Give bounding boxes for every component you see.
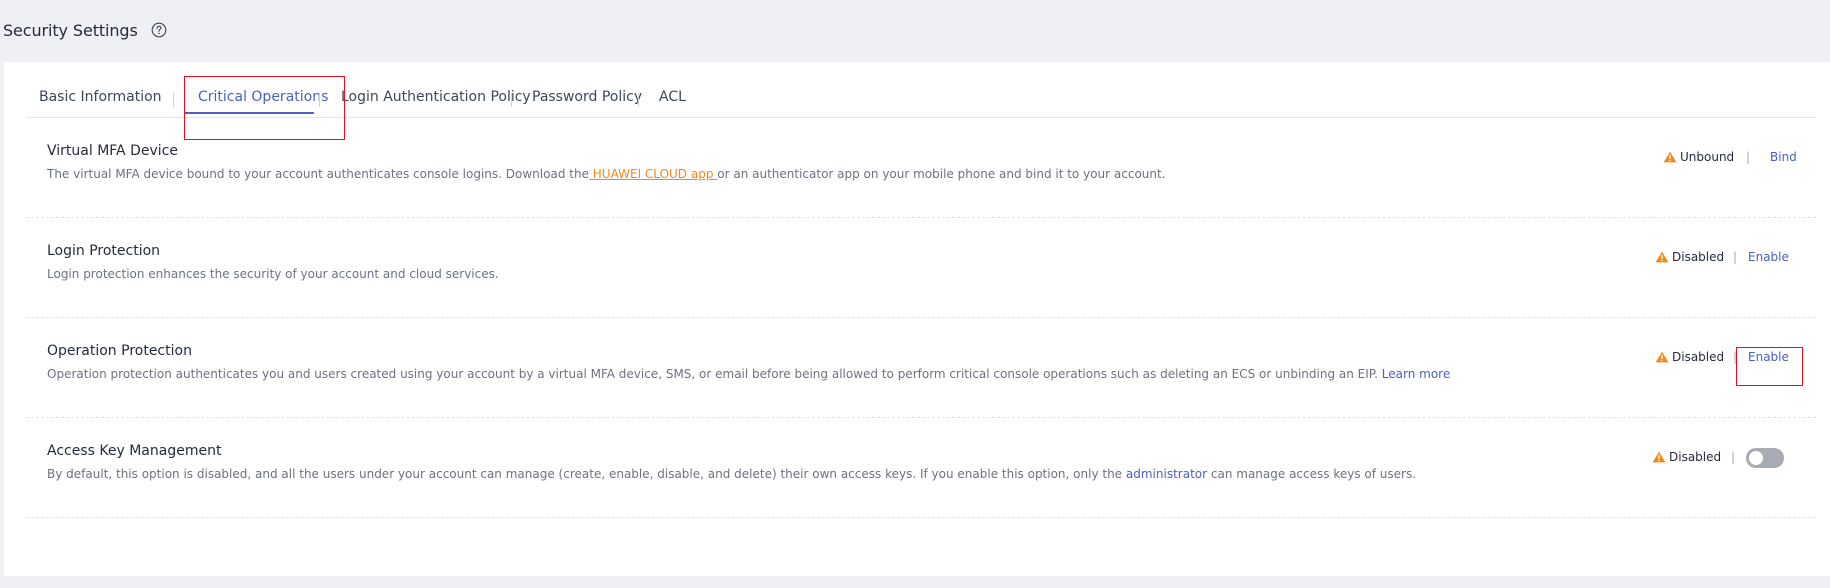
operation-protection-row: Operation Protection Operation protectio… bbox=[26, 317, 1816, 418]
tab-separator bbox=[638, 93, 639, 107]
operation-protection-description: Operation protection authenticates you a… bbox=[47, 367, 1450, 381]
toggle-knob bbox=[1749, 451, 1763, 465]
learn-more-link[interactable]: Learn more bbox=[1382, 367, 1450, 381]
operation-protection-status-text: Disabled bbox=[1672, 350, 1725, 364]
page-title: Security Settings bbox=[3, 20, 138, 40]
warning-icon bbox=[1655, 251, 1669, 263]
warning-icon bbox=[1652, 451, 1666, 463]
login-protection-title: Login Protection bbox=[47, 243, 161, 259]
mfa-device-description: The virtual MFA device bound to your acc… bbox=[47, 167, 1166, 181]
access-key-desc-text-after: can manage access keys of users. bbox=[1210, 467, 1417, 481]
login-protection-row: Login Protection Login protection enhanc… bbox=[26, 217, 1816, 318]
access-key-desc-text: By default, this option is disabled, and… bbox=[47, 467, 1123, 481]
login-protection-separator: | bbox=[1733, 250, 1738, 264]
main-panel: Basic Information Critical Operations Lo… bbox=[4, 62, 1830, 576]
mfa-status: Unbound bbox=[1663, 150, 1734, 164]
operation-protection-title: Operation Protection bbox=[47, 343, 192, 359]
tab-basic-information[interactable]: Basic Information bbox=[39, 89, 162, 105]
access-key-status: Disabled bbox=[1652, 450, 1721, 464]
login-protection-description: Login protection enhances the security o… bbox=[47, 267, 499, 281]
tab-login-authentication-policy[interactable]: Login Authentication Policy bbox=[341, 89, 531, 105]
access-key-management-description: By default, this option is disabled, and… bbox=[47, 467, 1416, 481]
administrator-link[interactable]: administrator bbox=[1126, 467, 1207, 481]
tab-separator bbox=[511, 93, 512, 107]
highlight-critical-operations-tab bbox=[184, 76, 345, 140]
access-key-management-row: Access Key Management By default, this o… bbox=[26, 417, 1816, 518]
enable-login-protection-link[interactable]: Enable bbox=[1748, 250, 1789, 264]
access-key-separator: | bbox=[1731, 450, 1736, 464]
operation-protection-desc-text: Operation protection authenticates you a… bbox=[47, 367, 1378, 381]
tab-acl[interactable]: ACL bbox=[659, 89, 686, 105]
warning-icon bbox=[1655, 351, 1669, 363]
mfa-separator: | bbox=[1746, 150, 1751, 164]
login-protection-status: Disabled bbox=[1655, 250, 1724, 264]
mfa-status-text: Unbound bbox=[1680, 150, 1735, 164]
tab-password-policy[interactable]: Password Policy bbox=[532, 89, 642, 105]
operation-protection-status: Disabled bbox=[1655, 350, 1724, 364]
bind-mfa-link[interactable]: Bind bbox=[1770, 150, 1797, 164]
login-protection-status-text: Disabled bbox=[1672, 250, 1725, 264]
access-key-status-text: Disabled bbox=[1669, 450, 1722, 464]
warning-icon bbox=[1663, 151, 1677, 163]
highlight-enable-operation-protection bbox=[1736, 347, 1803, 386]
tab-separator bbox=[173, 93, 174, 107]
question-circle-icon[interactable] bbox=[150, 21, 168, 39]
mfa-desc-text-after: or an authenticator app on your mobile p… bbox=[717, 167, 1166, 181]
huawei-cloud-app-link[interactable]: HUAWEI CLOUD app bbox=[589, 167, 717, 181]
mfa-desc-text: The virtual MFA device bound to your acc… bbox=[47, 167, 589, 181]
access-key-management-title: Access Key Management bbox=[47, 443, 222, 459]
mfa-device-title: Virtual MFA Device bbox=[47, 143, 178, 159]
page-header: Security Settings bbox=[3, 18, 168, 42]
access-key-management-toggle[interactable] bbox=[1746, 448, 1784, 468]
